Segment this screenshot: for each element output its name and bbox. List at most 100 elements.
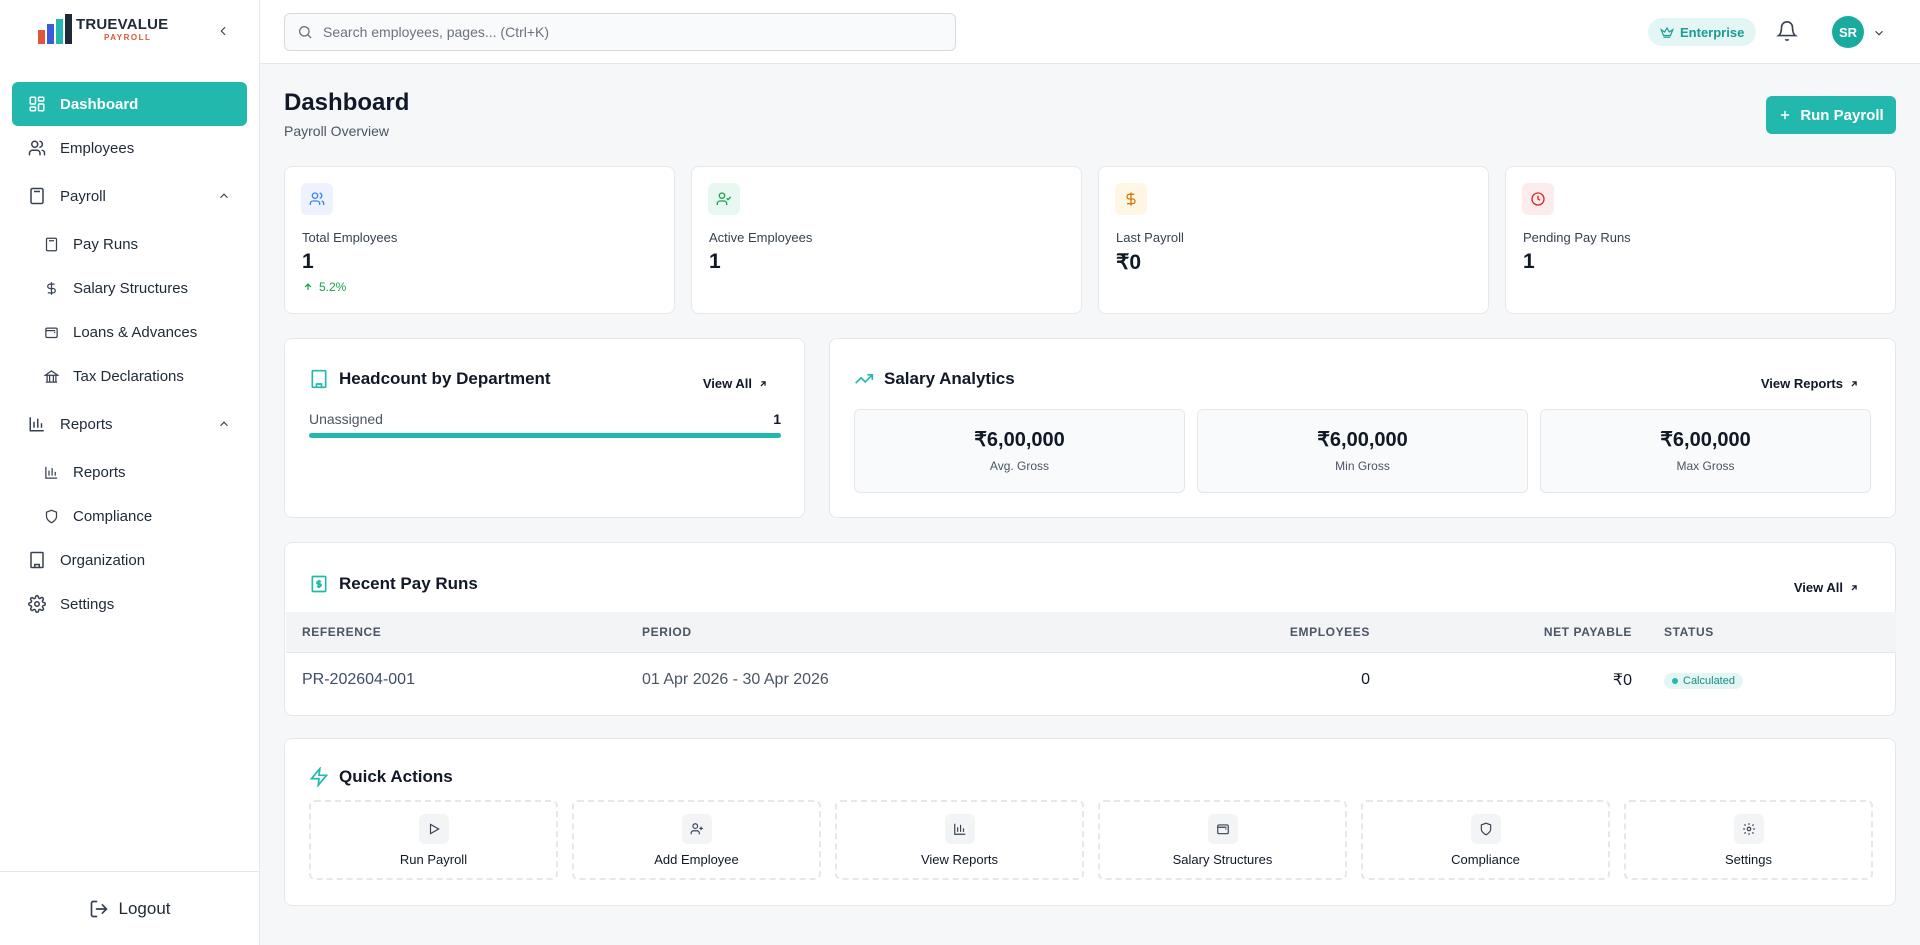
col-reference: REFERENCE (286, 612, 626, 652)
sidebar-item-reports-sub[interactable]: Reports (12, 450, 247, 494)
arrow-up-right-icon (1851, 584, 1857, 591)
user-plus-icon (681, 814, 712, 844)
page-title: Dashboard (284, 89, 410, 116)
dept-name: Unassigned (309, 411, 383, 427)
sidebar-item-label: Settings (60, 595, 115, 613)
search-input[interactable] (323, 24, 923, 40)
quick-actions-card: Quick Actions Run Payroll Add Employee V… (284, 738, 1896, 906)
cell-status: Calculated (1648, 651, 1896, 708)
col-period: PERIOD (626, 612, 1186, 652)
arrow-up-right-icon (760, 380, 766, 387)
headcount-view-all-link[interactable]: View All (703, 376, 768, 391)
pay-runs-view-all-link[interactable]: View All (1794, 580, 1859, 595)
users-icon (28, 140, 46, 156)
sidebar-item-pay-runs[interactable]: Pay Runs (12, 222, 247, 266)
stat-value: ₹0 (1116, 251, 1142, 274)
dashboard-icon (29, 96, 45, 112)
dollar-icon (1115, 183, 1147, 215)
topbar: Enterprise SR (260, 0, 1920, 64)
sidebar-item-dashboard[interactable]: Dashboard (12, 82, 247, 126)
trending-up-icon (855, 374, 874, 384)
sidebar-item-tax-declarations[interactable]: Tax Declarations (12, 354, 247, 398)
calculator-icon (45, 237, 58, 251)
building-icon (30, 551, 44, 569)
sidebar-item-organization[interactable]: Organization (12, 538, 247, 582)
col-status: STATUS (1648, 612, 1896, 652)
sidebar-item-reports[interactable]: Reports (12, 398, 247, 450)
quick-action-add-employee[interactable]: Add Employee (572, 800, 821, 880)
sidebar-footer: Logout (0, 871, 259, 945)
sidebar-item-label: Reports (73, 463, 126, 481)
stat-label: Pending Pay Runs (1523, 230, 1631, 245)
collapse-sidebar-button[interactable] (212, 20, 234, 42)
bar-chart-icon (29, 417, 44, 432)
stat-label: Last Payroll (1116, 230, 1184, 245)
quick-action-compliance[interactable]: Compliance (1361, 800, 1610, 880)
logout-button[interactable]: Logout (89, 899, 171, 919)
brand-logo[interactable]: TRUEVALUE PAYROLL (0, 0, 259, 58)
sidebar: TRUEVALUE PAYROLL Dashboard Employees Pa… (0, 0, 260, 945)
avatar[interactable]: SR (1832, 16, 1864, 48)
view-all-label: View All (1793, 580, 1843, 595)
headcount-title-text: Headcount by Department (339, 369, 551, 388)
quick-action-label: Add Employee (654, 852, 739, 867)
sidebar-item-label: Payroll (60, 187, 106, 205)
run-payroll-button[interactable]: Run Payroll (1766, 96, 1896, 134)
view-all-label: View All (702, 376, 752, 391)
quick-action-view-reports[interactable]: View Reports (835, 800, 1084, 880)
cell-period: 01 Apr 2026 - 30 Apr 2026 (626, 651, 1186, 708)
dept-count: 1 (773, 411, 781, 427)
salary-analytics-card: Salary Analytics View Reports ₹6,00,000 … (829, 338, 1896, 518)
metric-max-gross: ₹6,00,000 Max Gross (1540, 409, 1871, 493)
logout-icon (90, 900, 108, 917)
plan-badge[interactable]: Enterprise (1648, 18, 1757, 46)
plus-icon (1781, 110, 1790, 120)
users-icon (301, 183, 333, 215)
lightning-icon (309, 767, 329, 787)
avatar-initials: SR (1838, 24, 1858, 40)
pay-runs-table: REFERENCE PERIOD EMPLOYEES NET PAYABLE S… (286, 612, 1896, 708)
quick-action-label: Compliance (1451, 852, 1520, 867)
view-reports-link[interactable]: View Reports (1761, 376, 1859, 391)
run-payroll-label: Run Payroll (1800, 106, 1884, 124)
col-net-payable: NET PAYABLE (1386, 612, 1648, 652)
brand-sub: PAYROLL (104, 32, 152, 42)
logout-label: Logout (118, 898, 171, 918)
stat-value: 1 (1523, 250, 1535, 273)
quick-action-salary-structures[interactable]: Salary Structures (1098, 800, 1347, 880)
cell-reference[interactable]: PR-202604-001 (286, 651, 626, 708)
stat-card-last-payroll: Last Payroll ₹0 (1098, 166, 1489, 314)
status-label: Calculated (1683, 675, 1735, 688)
pay-runs-title-text: Recent Pay Runs (339, 574, 478, 593)
sidebar-item-salary-structures[interactable]: Salary Structures (12, 266, 247, 310)
bell-icon[interactable] (1776, 20, 1798, 42)
stat-card-total-employees: Total Employees 1 5.2% (284, 166, 675, 314)
sidebar-item-employees[interactable]: Employees (12, 126, 247, 170)
recent-pay-runs-card: Recent Pay Runs View All REFERENCE PERIO… (284, 542, 1896, 716)
dept-bar-fill (309, 433, 781, 438)
building-icon (311, 369, 327, 389)
stat-value: 1 (302, 250, 314, 273)
sidebar-item-loans-advances[interactable]: Loans & Advances (12, 310, 247, 354)
pay-runs-title: Recent Pay Runs (309, 574, 478, 594)
quick-action-label: Salary Structures (1172, 852, 1273, 867)
quick-action-run-payroll[interactable]: Run Payroll (309, 800, 558, 880)
quick-actions-title: Quick Actions (309, 767, 453, 787)
quick-action-settings[interactable]: Settings (1624, 800, 1873, 880)
brand-name: TRUEVALUE (76, 15, 169, 33)
search-box[interactable] (284, 13, 956, 51)
stat-card-pending-pay-runs: Pending Pay Runs 1 (1505, 166, 1896, 314)
sidebar-item-payroll[interactable]: Payroll (12, 170, 247, 222)
sidebar-item-settings[interactable]: Settings (12, 582, 247, 626)
sidebar-item-label: Dashboard (60, 95, 139, 113)
table-row[interactable]: PR-202604-001 01 Apr 2026 - 30 Apr 2026 … (286, 651, 1896, 708)
page-subtitle: Payroll Overview (284, 123, 390, 139)
dept-row: Unassigned 1 (309, 411, 781, 427)
sidebar-item-compliance[interactable]: Compliance (12, 494, 247, 538)
stat-label: Active Employees (709, 230, 813, 245)
search-icon (299, 26, 312, 39)
sidebar-nav: Dashboard Employees Payroll Pay Runs Sal… (0, 58, 259, 626)
logo-icon (38, 14, 72, 44)
chevron-down-icon[interactable] (1872, 26, 1886, 40)
quick-actions-title-text: Quick Actions (339, 767, 453, 786)
